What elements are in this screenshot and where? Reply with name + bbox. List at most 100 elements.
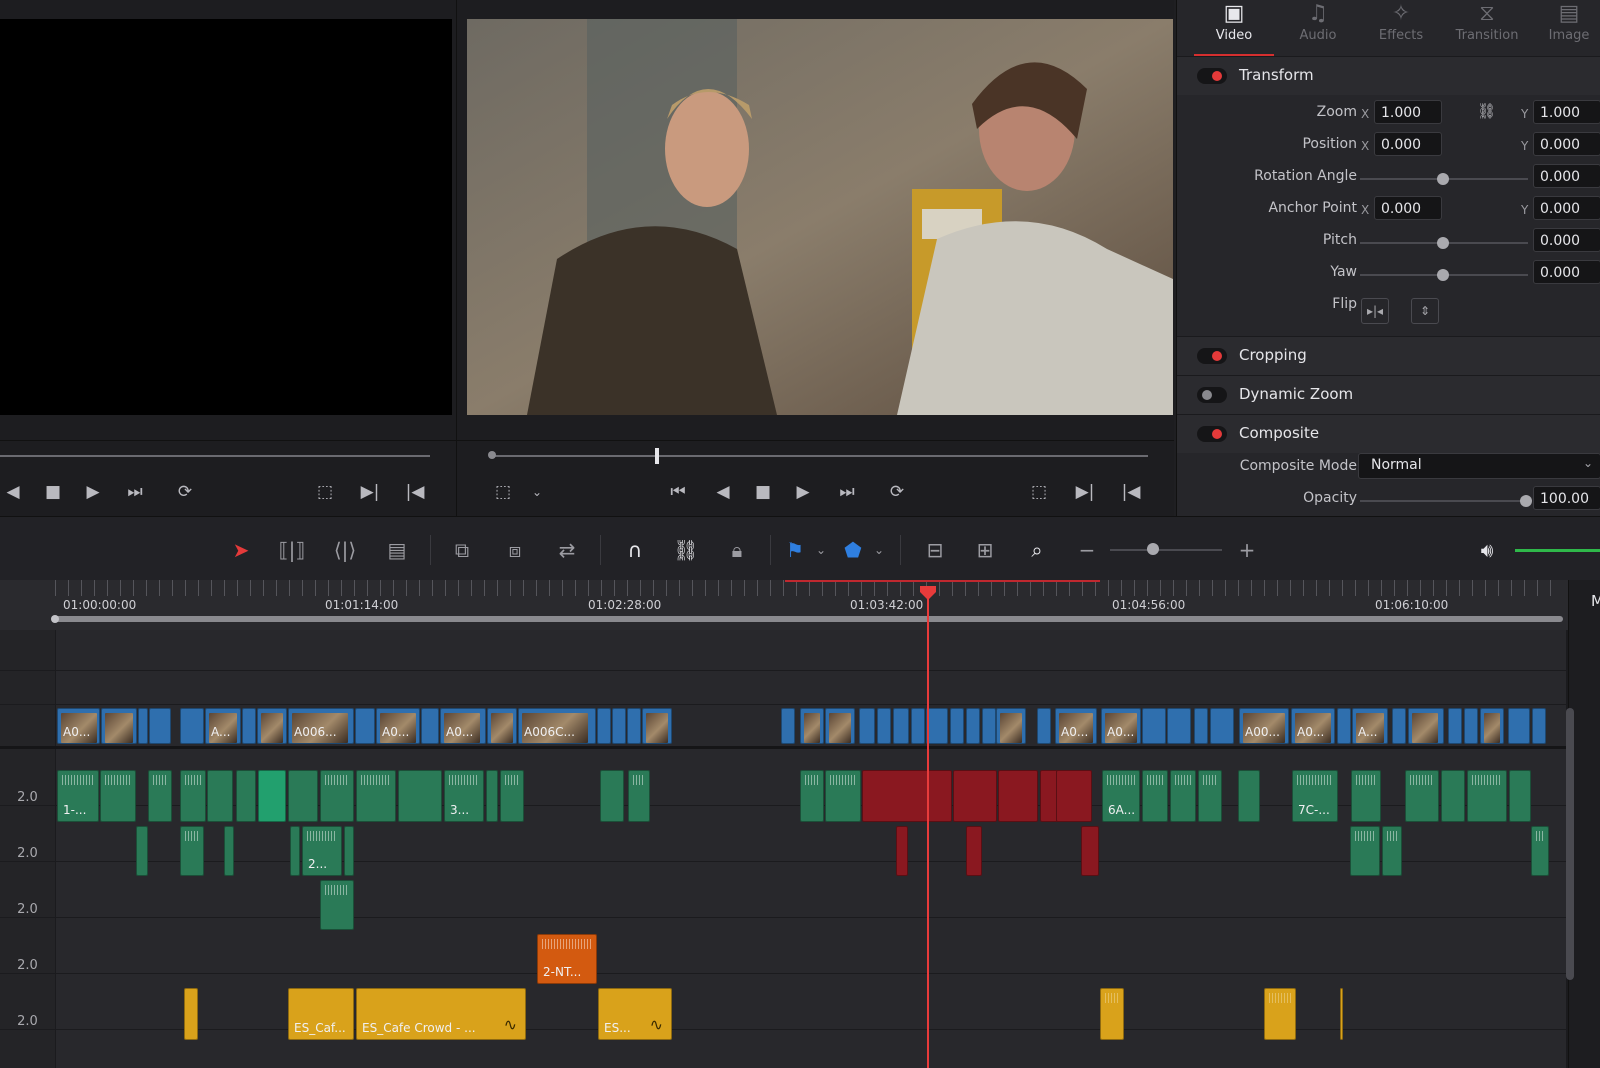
viewer-size-icon[interactable]: ⬚ (490, 482, 516, 504)
anchor-x-field[interactable]: 0.000 (1374, 196, 1442, 220)
play-icon[interactable]: ▶ (790, 482, 816, 504)
match-frame-icon[interactable]: ⬚ (1026, 482, 1052, 504)
scroll-bar-handle[interactable] (51, 615, 59, 623)
selection-mode-icon[interactable]: ➤ (224, 537, 258, 563)
video-clip[interactable] (877, 708, 891, 744)
anchor-y-field[interactable]: 0.000 (1533, 196, 1600, 220)
yaw-slider-knob[interactable] (1437, 269, 1449, 281)
audio-clip[interactable] (258, 770, 286, 822)
next-clip-icon[interactable]: ⏭ (122, 482, 148, 504)
video-clip[interactable] (1448, 708, 1462, 744)
video-clip[interactable]: A... (1352, 708, 1388, 744)
rotation-slider-knob[interactable] (1437, 173, 1449, 185)
source-scrubber[interactable] (0, 455, 430, 457)
music-clip[interactable] (1100, 988, 1124, 1040)
video-clip[interactable] (1408, 708, 1444, 744)
transform-section-header[interactable]: Transform (1177, 56, 1600, 95)
audio-clip[interactable] (207, 770, 233, 822)
video-clip[interactable] (1194, 708, 1208, 744)
audio-clip[interactable] (1238, 770, 1260, 822)
stop-icon[interactable]: ■ (750, 482, 776, 504)
mark-out-icon[interactable]: |◀ (402, 482, 428, 504)
play-icon[interactable]: ▶ (80, 482, 106, 504)
audio-clip[interactable]: 1-... (57, 770, 99, 822)
video-clip[interactable] (911, 708, 925, 744)
timeline-ruler[interactable]: 01:00:00:00 01:01:14:00 01:02:28:00 01:0… (0, 580, 1568, 630)
audio-clip[interactable] (398, 770, 442, 822)
scrubber-playhead[interactable] (655, 448, 659, 464)
video-clip[interactable] (138, 708, 148, 744)
tab-audio[interactable]: ♫ Audio (1278, 0, 1358, 54)
play-reverse-icon[interactable]: ◀ (0, 482, 26, 504)
video-clip[interactable] (487, 708, 517, 744)
audio-clip[interactable] (356, 770, 396, 822)
audio-clip[interactable] (1467, 770, 1507, 822)
video-clip[interactable] (642, 708, 672, 744)
audio-clip[interactable] (180, 770, 206, 822)
video-clip[interactable] (950, 708, 964, 744)
audio-track-scrollbar[interactable] (1566, 790, 1574, 980)
timeline-zoom-knob[interactable] (1147, 543, 1159, 555)
music-clip[interactable]: ES_Caf... (288, 988, 354, 1040)
zoom-in-icon[interactable]: + (1230, 537, 1264, 563)
video-clip[interactable] (1480, 708, 1504, 744)
audio-clip[interactable] (1170, 770, 1196, 822)
audio-clip[interactable]: 2... (302, 826, 342, 876)
position-x-field[interactable]: 0.000 (1374, 132, 1442, 156)
mark-in-icon[interactable]: ▶| (357, 482, 383, 504)
tab-effects[interactable]: ✧ Effects (1361, 0, 1441, 54)
source-viewer-screen[interactable] (0, 19, 452, 415)
video-clip[interactable]: A006C... (518, 708, 596, 744)
zoom-x-field[interactable]: 1.000 (1374, 100, 1442, 124)
audio-clip[interactable] (1350, 826, 1380, 876)
video-track-scrollbar[interactable] (1566, 708, 1574, 798)
selected-audio-clip[interactable] (1081, 826, 1099, 876)
music-clip[interactable] (1264, 988, 1296, 1040)
trim-edit-mode-icon[interactable]: ⟦|⟧ (275, 537, 309, 563)
playhead-handle[interactable] (918, 586, 938, 600)
selected-audio-clip[interactable] (966, 826, 982, 876)
rotation-field[interactable]: 0.000 (1533, 164, 1600, 188)
cropping-section-header[interactable]: Cropping (1177, 336, 1600, 375)
audio-clip[interactable] (1441, 770, 1465, 822)
match-frame-icon[interactable]: ⬚ (312, 482, 338, 504)
timeline-tracks[interactable]: 2.0 2.0 2.0 2.0 2.0 A0... A... A006... A… (0, 630, 1568, 1068)
video-clip[interactable] (800, 708, 824, 744)
pitch-field[interactable]: 0.000 (1533, 228, 1600, 252)
video-clip[interactable]: A006... (288, 708, 354, 744)
playhead-line[interactable] (927, 586, 929, 1068)
loop-icon[interactable]: ⟳ (172, 482, 198, 504)
audio-clip[interactable] (180, 826, 204, 876)
opacity-slider-knob[interactable] (1520, 495, 1532, 507)
video-clip[interactable] (257, 708, 287, 744)
audio-clip[interactable] (825, 770, 861, 822)
mark-out-icon[interactable]: |◀ (1118, 482, 1144, 504)
audio-clip-orange[interactable]: 2-NT... (537, 934, 597, 984)
video-clip[interactable]: A0... (57, 708, 100, 744)
video-clip[interactable] (627, 708, 641, 744)
video-clip[interactable]: A0... (1101, 708, 1141, 744)
timeline-viewer-screen[interactable] (467, 19, 1173, 415)
position-lock-icon[interactable]: 🔒︎ (720, 537, 754, 563)
composite-section-header[interactable]: Composite (1177, 414, 1600, 453)
linked-selection-icon[interactable]: ⛓ (669, 537, 703, 563)
selected-audio-clip[interactable] (998, 770, 1038, 822)
video-clip[interactable]: A0... (1055, 708, 1097, 744)
video-clip[interactable] (1337, 708, 1351, 744)
chevron-down-icon[interactable]: ⌄ (804, 537, 838, 563)
audio-clip[interactable] (136, 826, 148, 876)
opacity-slider[interactable] (1360, 500, 1528, 502)
music-clip[interactable] (184, 988, 198, 1040)
selected-audio-clip[interactable] (1056, 770, 1092, 822)
dynamic-zoom-toggle[interactable] (1197, 387, 1227, 403)
video-clip[interactable]: A00... (1239, 708, 1289, 744)
audio-clip[interactable] (320, 880, 354, 930)
detail-zoom-icon[interactable]: ⊞ (968, 537, 1002, 563)
video-clip[interactable] (421, 708, 439, 744)
tab-image[interactable]: ▤ Image (1529, 0, 1600, 54)
audio-clip[interactable]: 3... (444, 770, 484, 822)
audio-clip[interactable] (1509, 770, 1531, 822)
insert-clip-icon[interactable]: ⧉ (445, 537, 479, 563)
opacity-field[interactable]: 100.00 (1533, 486, 1600, 510)
video-clip[interactable] (101, 708, 137, 744)
